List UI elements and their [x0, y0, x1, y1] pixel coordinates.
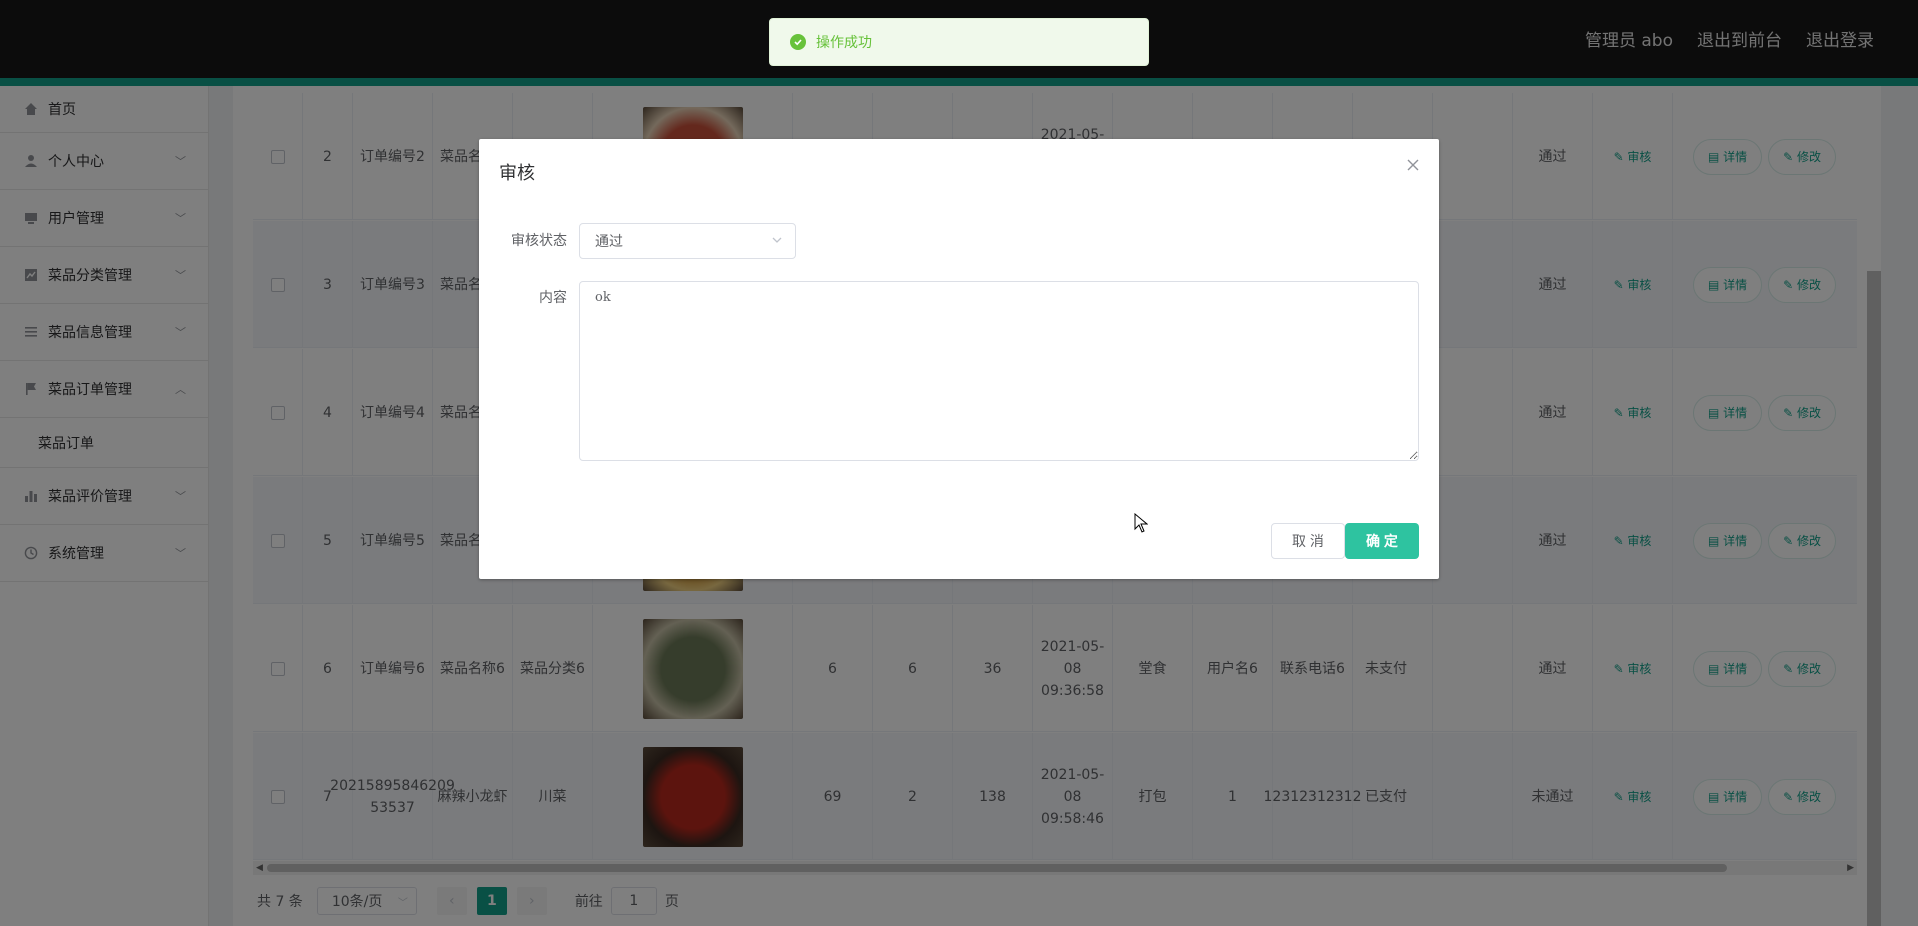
audit-dialog: 审核 审核状态 通过 内容 ok 取 消 确 定 [479, 139, 1439, 579]
check-circle-icon [790, 34, 806, 50]
chevron-down-icon [771, 234, 783, 250]
success-toast: 操作成功 [769, 18, 1149, 66]
content-label: 内容 [539, 290, 567, 306]
status-select-value: 通过 [595, 234, 623, 250]
content-form-row: 内容 ok [479, 281, 1419, 461]
status-label: 审核状态 [511, 233, 567, 249]
cancel-button[interactable]: 取 消 [1271, 523, 1345, 559]
content-textarea[interactable]: ok [579, 281, 1419, 461]
toast-message: 操作成功 [816, 35, 872, 51]
dialog-title: 审核 [499, 163, 535, 184]
close-icon[interactable] [1405, 157, 1421, 173]
confirm-button[interactable]: 确 定 [1345, 523, 1419, 559]
status-form-row: 审核状态 通过 [479, 223, 796, 259]
mouse-cursor-icon [1134, 512, 1149, 537]
status-select[interactable]: 通过 [579, 223, 796, 259]
